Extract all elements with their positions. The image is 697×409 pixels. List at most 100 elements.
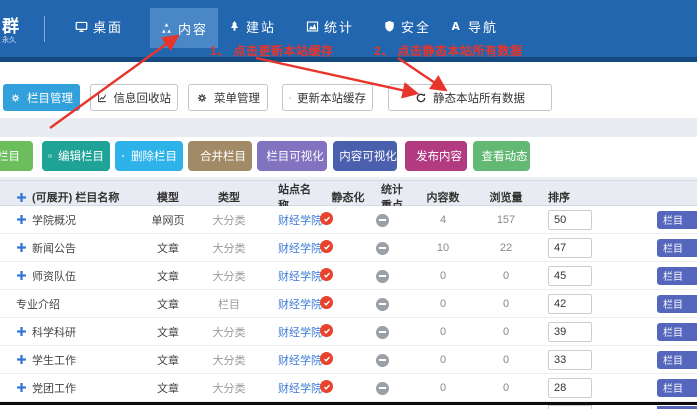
column-count: 0 — [408, 382, 478, 394]
row-action-button[interactable]: 栏目 — [657, 351, 697, 369]
sort-cell — [534, 266, 612, 286]
column-views: 0 — [478, 270, 534, 282]
row-action-button[interactable]: 栏目 — [657, 379, 697, 397]
stats-icon — [306, 20, 319, 33]
recycle-icon — [160, 22, 173, 35]
stat-off-icon[interactable] — [376, 214, 389, 227]
check-icon — [322, 298, 332, 308]
site-link[interactable]: 财经学院 — [262, 380, 320, 396]
toolbar-button-5[interactable]: 静态本站所有数据 — [388, 84, 552, 111]
stat-status-cell — [376, 268, 408, 283]
row-action-cell: 栏目 — [612, 211, 697, 229]
static-on-icon[interactable] — [320, 296, 333, 309]
sort-input[interactable] — [548, 378, 592, 398]
static-on-icon[interactable] — [320, 268, 333, 281]
nav-item-6[interactable]: A导航 — [450, 12, 498, 40]
sort-cell — [534, 378, 612, 398]
action-button-1[interactable]: 复制栏目 — [0, 141, 33, 171]
row-action-cell: 栏目 — [612, 239, 697, 257]
expand-all-plus-icon[interactable] — [16, 192, 27, 203]
action-button-7[interactable]: 发布内容 — [405, 141, 467, 171]
column-name-cell: 党团工作 — [0, 380, 140, 396]
action-button-2[interactable]: 编辑栏目 — [42, 141, 110, 171]
nav-item-1[interactable]: 桌面 — [75, 12, 123, 40]
row-action-button[interactable]: 栏目 — [657, 239, 697, 257]
expand-row-control[interactable] — [16, 326, 27, 337]
action-button-5[interactable]: 栏目可视化 — [257, 141, 327, 171]
static-on-icon[interactable] — [320, 324, 333, 337]
stat-off-icon[interactable] — [376, 242, 389, 255]
stat-off-icon[interactable] — [376, 298, 389, 311]
toolbar-button-3[interactable]: 菜单管理 — [188, 84, 268, 111]
nav-item-5[interactable]: 安全 — [383, 12, 431, 40]
action-button-8[interactable]: 查看动态 — [473, 141, 530, 171]
expand-row-control[interactable] — [16, 382, 27, 393]
stat-off-icon[interactable] — [376, 354, 389, 367]
column-type: 栏目 — [196, 296, 262, 312]
static-on-icon[interactable] — [320, 380, 333, 393]
toolbar-button-1[interactable]: 栏目管理 — [3, 84, 80, 111]
sort-input[interactable] — [548, 238, 592, 258]
shield-icon — [383, 20, 396, 33]
site-link[interactable]: 财经学院 — [262, 352, 320, 368]
action-button-label: 发布内容 — [416, 148, 462, 164]
toolbar-button-label: 信息回收站 — [114, 90, 172, 106]
toolbar-button-label: 菜单管理 — [214, 90, 260, 106]
static-status-cell — [320, 296, 376, 311]
action-button-4[interactable]: 合并栏目 — [188, 141, 252, 171]
expand-row-control[interactable] — [16, 242, 27, 253]
static-on-icon[interactable] — [320, 240, 333, 253]
row-action-cell: 栏目 — [612, 379, 697, 397]
plus-icon — [16, 270, 27, 281]
stat-status-cell — [376, 212, 408, 227]
row-action-button[interactable]: 栏目 — [657, 295, 697, 313]
column-type: 大分类 — [196, 380, 262, 396]
table-body: 学院概况单网页大分类财经学院4157栏目新闻公告文章大分类财经学院1022栏目师… — [0, 206, 697, 402]
site-link[interactable]: 财经学院 — [262, 268, 320, 284]
toolbar-button-4[interactable]: 更新本站缓存 — [282, 84, 373, 111]
site-link[interactable]: 财经学院 — [262, 212, 320, 228]
stat-off-icon[interactable] — [376, 326, 389, 339]
sort-input[interactable] — [548, 210, 592, 230]
sort-cell — [534, 238, 612, 258]
table-row: 学生工作文章大分类财经学院00栏目 — [0, 346, 697, 374]
column-name: 新闻公告 — [32, 240, 76, 256]
stat-off-icon[interactable] — [376, 382, 389, 395]
column-model: 文章 — [140, 268, 196, 284]
table-row: 党团工作文章大分类财经学院00栏目 — [0, 374, 697, 402]
header-static: 静态化 — [320, 189, 376, 205]
sort-input[interactable] — [548, 322, 592, 342]
row-action-button[interactable]: 栏目 — [657, 267, 697, 285]
static-on-icon[interactable] — [320, 352, 333, 365]
row-action-button[interactable]: 栏目 — [657, 211, 697, 229]
check-icon — [322, 354, 332, 364]
site-link[interactable]: 财经学院 — [262, 240, 320, 256]
logo-subtitle: 永久 — [2, 35, 16, 45]
row-action-button[interactable]: 栏目 — [657, 323, 697, 341]
refresh-icon — [415, 92, 427, 104]
toolbar-button-2[interactable]: 信息回收站 — [90, 84, 178, 111]
check-icon — [322, 382, 332, 392]
sort-input[interactable] — [548, 266, 592, 286]
sort-input[interactable] — [548, 294, 592, 314]
site-link[interactable]: 财经学院 — [262, 296, 320, 312]
action-button-6[interactable]: 内容可视化 — [333, 141, 397, 171]
expand-row-control[interactable] — [16, 270, 27, 281]
action-button-3[interactable]: 删除栏目 — [115, 141, 183, 171]
minus-icon — [379, 387, 386, 389]
site-link[interactable]: 财经学院 — [262, 324, 320, 340]
nav-item-2[interactable]: 内容 — [150, 8, 218, 48]
expand-row-control[interactable] — [16, 214, 27, 225]
minus-icon — [379, 219, 386, 221]
nav-item-4[interactable]: 统计 — [306, 12, 354, 40]
column-model: 文章 — [140, 352, 196, 368]
static-on-icon[interactable] — [320, 212, 333, 225]
column-name: 师资队伍 — [32, 268, 76, 284]
expand-row-control[interactable] — [16, 354, 27, 365]
sort-input[interactable] — [548, 350, 592, 370]
stat-off-icon[interactable] — [376, 270, 389, 283]
row-action-cell: 栏目 — [612, 295, 697, 313]
nav-item-3[interactable]: 建站 — [228, 12, 276, 40]
column-type: 大分类 — [196, 268, 262, 284]
band-divider — [0, 118, 697, 137]
